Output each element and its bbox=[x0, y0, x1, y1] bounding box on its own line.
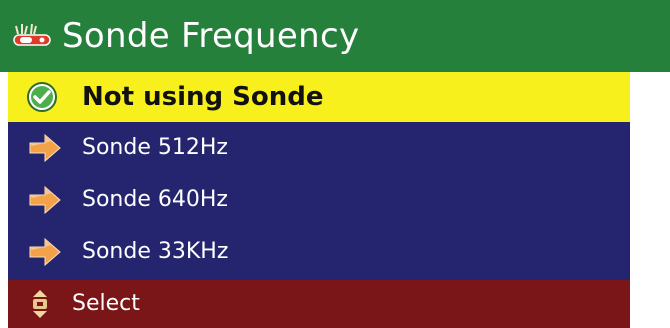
menu-item-sonde-640hz[interactable]: Sonde 640Hz bbox=[8, 174, 630, 226]
sonde-tool-icon bbox=[13, 23, 51, 46]
menu-item-label: Sonde 33KHz bbox=[82, 239, 229, 264]
checkmark-circle-icon bbox=[27, 82, 57, 112]
menu-item-label: Sonde 512Hz bbox=[82, 135, 228, 160]
title-bar: Sonde Frequency bbox=[0, 0, 670, 72]
up-down-selector-icon bbox=[33, 290, 47, 318]
arrow-right-icon bbox=[29, 185, 61, 215]
arrow-right-icon bbox=[29, 237, 61, 267]
menu-item-sonde-33khz[interactable]: Sonde 33KHz bbox=[8, 226, 630, 278]
arrow-right-icon bbox=[29, 133, 61, 163]
page-title: Sonde Frequency bbox=[62, 16, 360, 56]
select-label: Select bbox=[72, 291, 140, 316]
menu-item-not-using-sonde[interactable]: Not using Sonde bbox=[8, 72, 630, 122]
menu-item-label: Sonde 640Hz bbox=[82, 187, 228, 212]
menu-item-label: Not using Sonde bbox=[82, 82, 324, 112]
sonde-frequency-screen: Sonde Frequency Not using Sonde Sonde 51… bbox=[0, 0, 670, 328]
menu-item-sonde-512hz[interactable]: Sonde 512Hz bbox=[8, 122, 630, 174]
footer-bar: Select bbox=[8, 280, 630, 328]
